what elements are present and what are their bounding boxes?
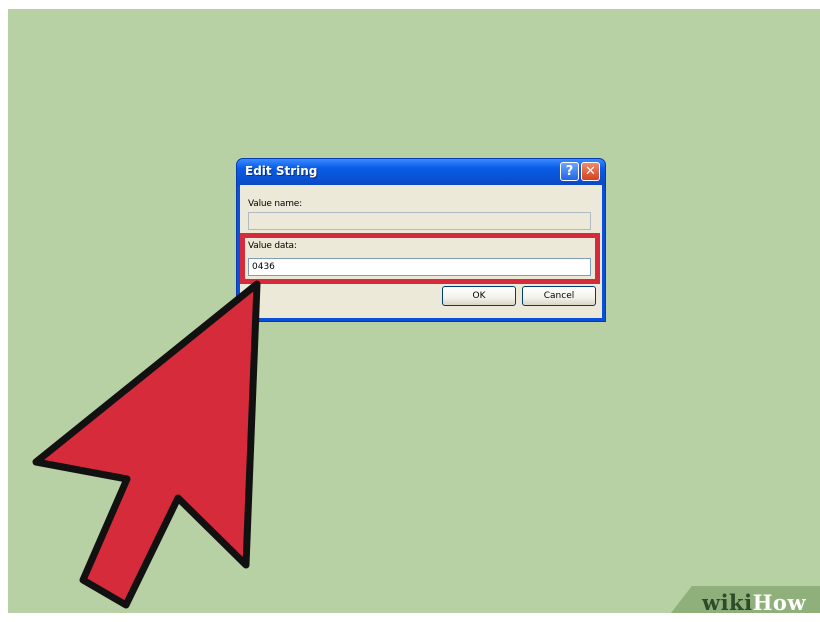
wikihow-logo-how: How xyxy=(752,590,807,615)
pointer-arrow-icon xyxy=(32,280,261,609)
wikihow-logo-wiki: wiki xyxy=(702,590,753,615)
wikihow-logo: wikiHow xyxy=(702,590,806,615)
